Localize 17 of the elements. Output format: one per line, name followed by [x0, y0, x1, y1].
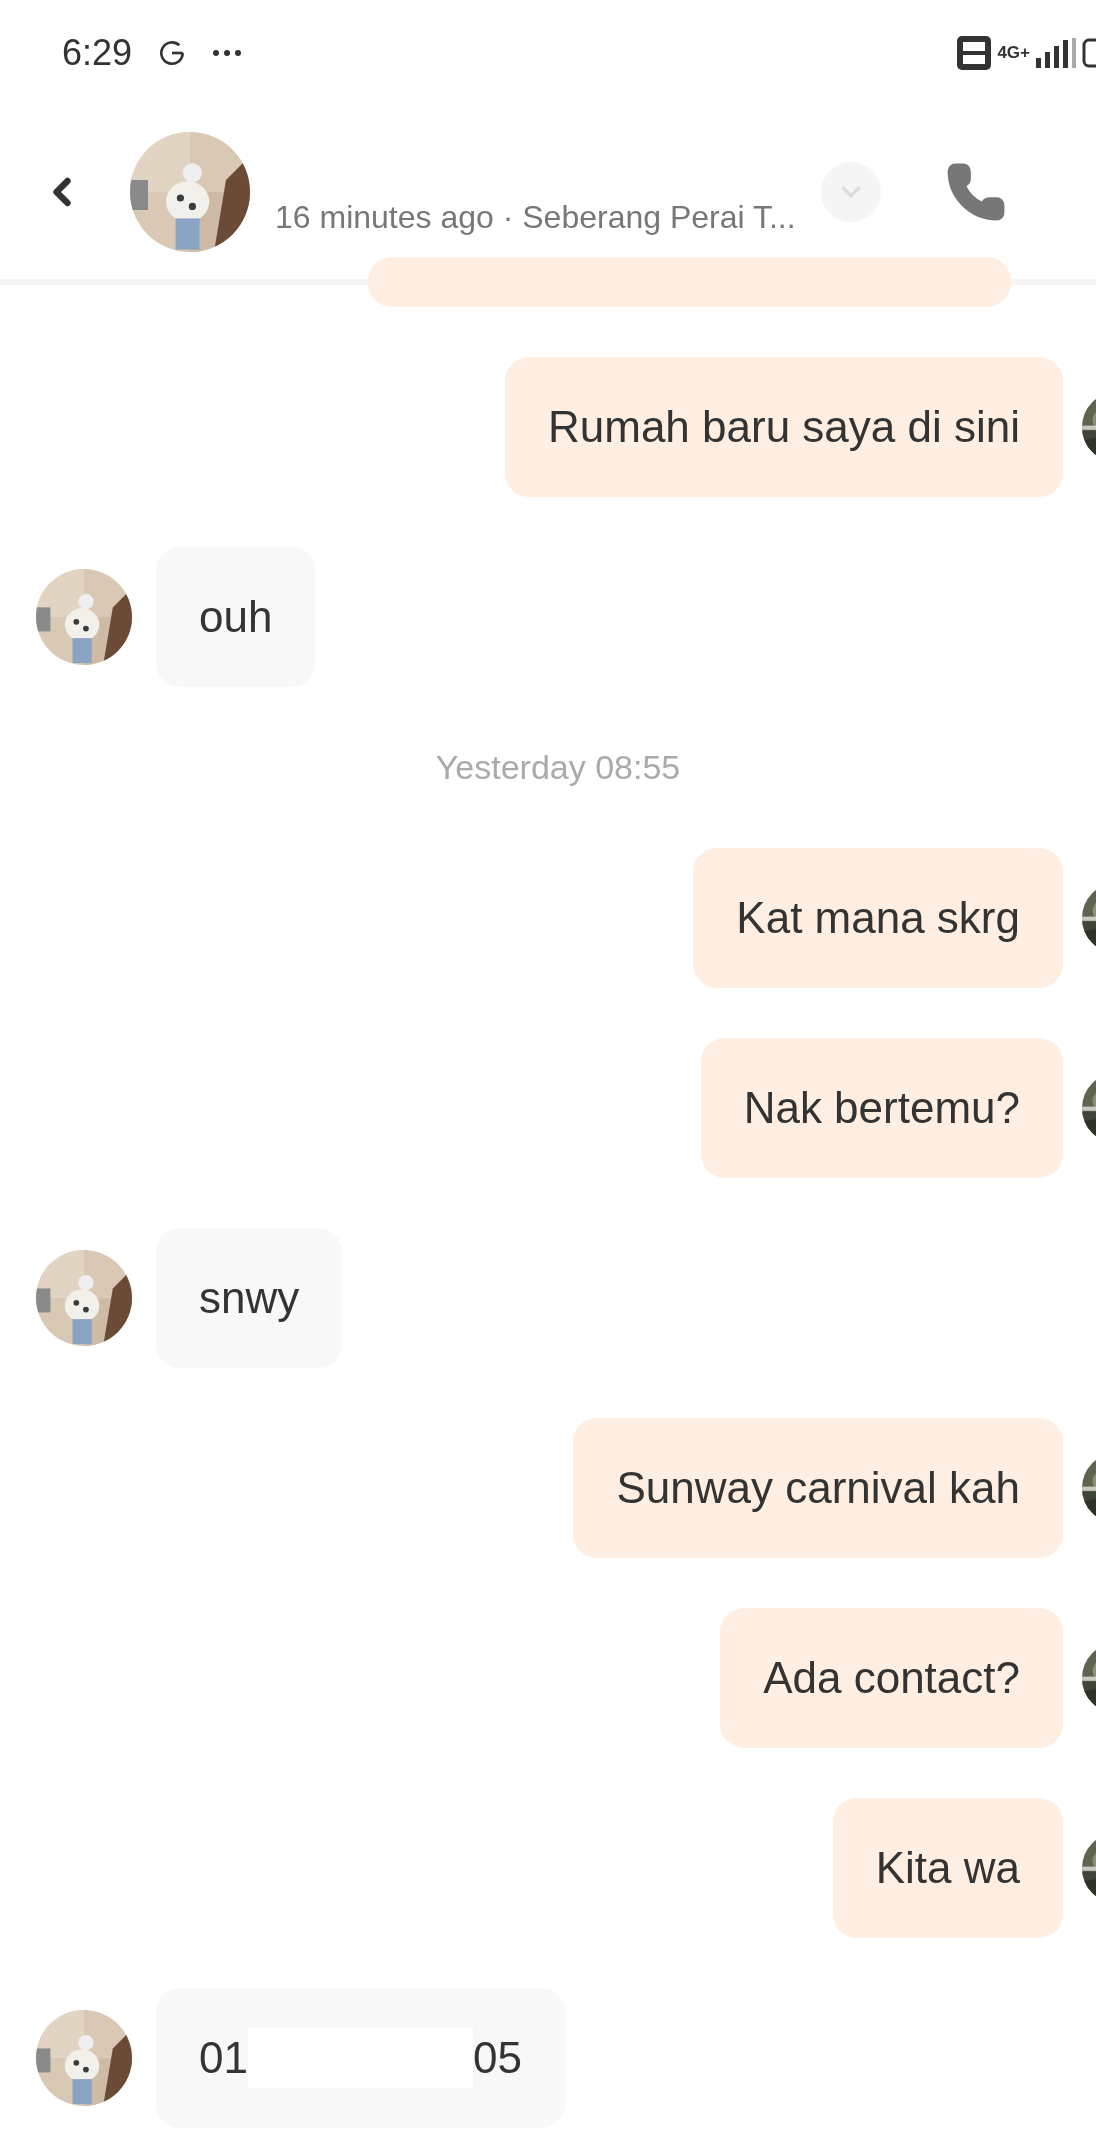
more-icon: [212, 48, 243, 57]
message-text: 05: [472, 2032, 522, 2084]
timestamp: Yesterday 08:55: [435, 747, 681, 788]
battery-icon: [1082, 37, 1096, 68]
message-bubble: Ada contact?: [720, 1608, 1063, 1748]
last-seen-location: 16 minutes ago · Seberang Perai T...: [275, 198, 796, 237]
message-bubble: Nak bertemu?: [700, 1038, 1063, 1178]
message-text: 01: [199, 2032, 248, 2084]
message-bubble: ouh: [156, 547, 316, 687]
signal-icon: [1036, 37, 1076, 68]
network-label: 4G+: [997, 44, 1030, 61]
message-bubble: Kita wa: [832, 1798, 1063, 1938]
message-bubble: snwy: [156, 1228, 343, 1368]
clock-time: 6:29: [62, 30, 133, 75]
message-bubble: Kat mana skrg: [693, 848, 1063, 988]
message-bubble: Rumah baru saya di sini: [505, 357, 1063, 497]
message-bubble: Sunway carnival kah: [573, 1418, 1063, 1558]
